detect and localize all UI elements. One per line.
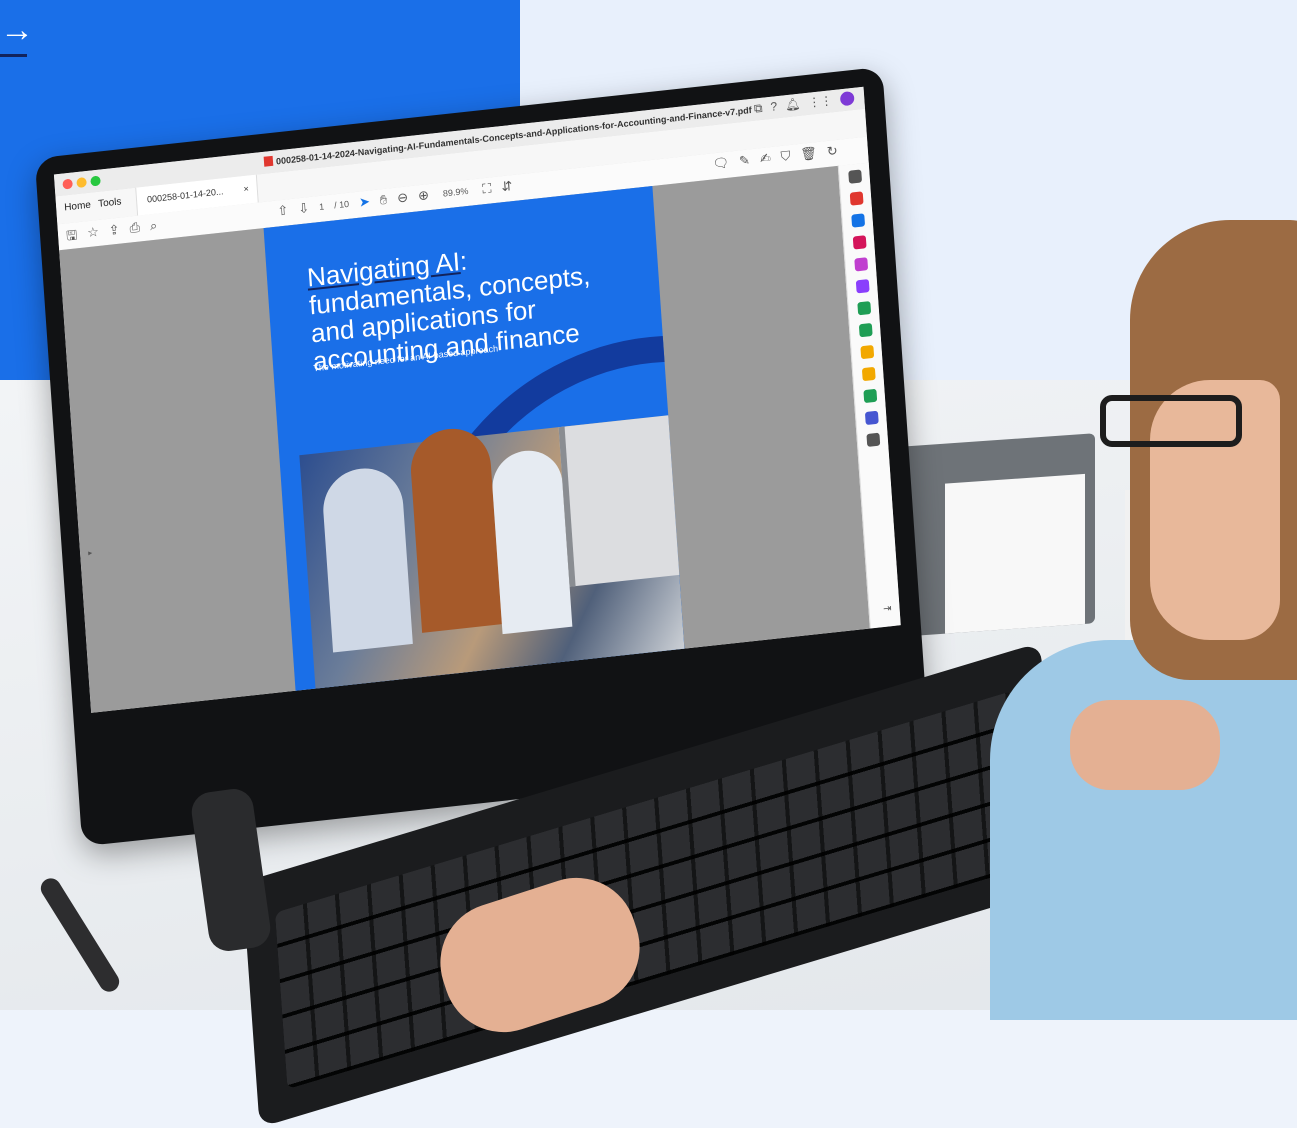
upload-cloud-icon[interactable]: ⇪ — [108, 222, 120, 245]
scroll-mode-icon[interactable]: ⇵ — [501, 178, 513, 195]
print-production-icon[interactable] — [862, 388, 877, 404]
close-window-button[interactable] — [62, 178, 73, 190]
shield-icon[interactable] — [864, 410, 879, 426]
star-icon[interactable]: ☆ — [87, 224, 100, 247]
page-up-icon[interactable]: ⇧ — [277, 202, 289, 219]
help-icon[interactable]: ? — [770, 99, 778, 115]
zoom-level-select[interactable]: 89.9% — [439, 184, 473, 200]
share-screen-icon[interactable]: ⧉ — [754, 101, 764, 117]
pdf-page: Navigating AI: fundamentals, concepts, a… — [263, 186, 685, 697]
zoom-out-icon[interactable]: ⊖ — [397, 189, 409, 206]
organize-icon[interactable] — [852, 235, 867, 250]
acrobat-window: 000258-01-14-2024-Navigating-AI-Fundamen… — [53, 86, 901, 713]
photo-person-2 — [408, 424, 502, 633]
search-icon[interactable]: ⌕ — [149, 218, 158, 241]
stamp-icon[interactable]: ⛉ — [780, 148, 791, 165]
highlight-icon[interactable]: ✎ — [739, 152, 751, 169]
edit-pdf-icon[interactable] — [855, 279, 870, 294]
collapse-rail-icon[interactable]: ⇥ — [883, 603, 892, 615]
maximize-window-button[interactable] — [90, 175, 101, 187]
tab-tools[interactable]: Tools — [98, 196, 122, 209]
print-icon[interactable]: ⎙ — [129, 219, 141, 242]
page-down-icon[interactable]: ⇩ — [298, 200, 310, 217]
fit-page-icon[interactable]: ⛶ — [482, 180, 492, 197]
photo-person-3 — [490, 447, 573, 635]
protect-icon[interactable] — [856, 301, 871, 316]
zoom-in-icon[interactable] — [847, 169, 862, 184]
hand-tool-icon[interactable]: ✋︎ — [379, 192, 388, 209]
document-viewer[interactable]: ▸ Navigating AI: fundamentals, concepts,… — [59, 165, 871, 713]
comment-icon[interactable]: 🗨︎ — [712, 155, 730, 173]
page-number-input[interactable]: 1 — [319, 202, 325, 213]
person-right-hand — [1070, 700, 1220, 790]
avatar[interactable] — [839, 90, 855, 107]
select-cursor-icon[interactable]: ➤ — [359, 194, 371, 211]
fill-sign-icon[interactable] — [853, 257, 868, 272]
export-icon[interactable] — [859, 344, 874, 360]
arrow-underline — [0, 54, 27, 57]
compress-icon[interactable] — [858, 323, 873, 338]
left-pane-toggle-icon[interactable]: ▸ — [88, 548, 93, 557]
apps-grid-icon[interactable]: ⋮⋮ — [808, 93, 833, 111]
notifications-icon[interactable]: 🔔︎ — [785, 97, 801, 114]
arrow-right-icon: → — [0, 11, 34, 49]
tab-home[interactable]: Home — [64, 200, 91, 214]
save-icon[interactable]: 🖫︎ — [66, 226, 79, 249]
person-shirt — [990, 640, 1297, 1020]
delete-icon[interactable]: 🗑︎ — [800, 145, 818, 163]
export-pdf-icon[interactable] — [849, 191, 864, 206]
note-paper-cube — [900, 433, 1095, 637]
draw-icon[interactable]: ✍︎ — [759, 150, 771, 167]
person-glasses — [1100, 395, 1242, 447]
tab-document-label: 000258-01-14-20... — [146, 186, 224, 205]
zoom-in-icon[interactable]: ⊕ — [418, 187, 430, 204]
rotate-icon[interactable]: ↻ — [826, 143, 838, 160]
more-tools-icon[interactable] — [865, 432, 880, 448]
page-total: / 10 — [333, 198, 350, 211]
arrow-right-link[interactable]: → — [0, 10, 40, 57]
comment-icon[interactable] — [850, 213, 865, 228]
pdf-icon — [263, 155, 274, 167]
annotation-icon[interactable] — [861, 366, 876, 382]
close-tab-icon[interactable]: × — [243, 184, 249, 195]
minimize-window-button[interactable] — [76, 177, 87, 189]
photo-person-1 — [320, 464, 413, 653]
photo-computer — [558, 414, 685, 587]
